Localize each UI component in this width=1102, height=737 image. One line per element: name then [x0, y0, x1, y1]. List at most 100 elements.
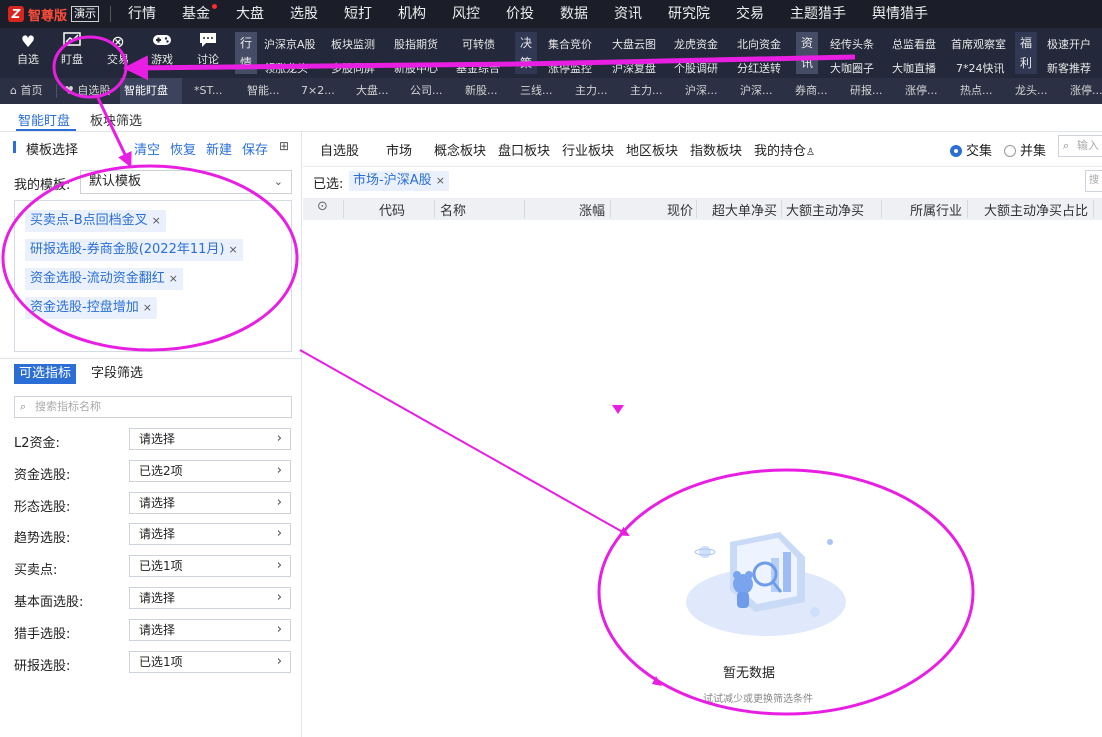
toolbar-link-flash-news[interactable]: 7*24快讯: [956, 60, 1005, 76]
close-icon[interactable]: ×: [228, 243, 237, 256]
toolbar-link-a-shares[interactable]: 沪深京A股: [264, 36, 316, 52]
toolbar-link-leaders[interactable]: 领涨龙头: [264, 60, 308, 76]
tab-company[interactable]: 公司...: [406, 78, 447, 104]
toolbar-link-chief-room[interactable]: 首席观察室: [951, 36, 1006, 52]
filter-select-trend-pick[interactable]: 请选择 ›: [129, 523, 291, 545]
tab-smart-monitor[interactable]: 智能盯盘: [120, 78, 182, 104]
tab-home[interactable]: ⌂ 首页: [6, 78, 46, 104]
market-tab-industry[interactable]: 行业板块: [562, 140, 614, 159]
subtab-smart-monitor[interactable]: 智能盯盘: [18, 110, 70, 129]
filter-select-fundamental[interactable]: 请选择 ›: [129, 587, 291, 609]
tab-leader[interactable]: 龙头...: [1011, 78, 1052, 104]
tab-research-report[interactable]: 研报...: [846, 78, 887, 104]
tab-main-force-1[interactable]: 主力...: [571, 78, 612, 104]
column-header-large-active-net[interactable]: 大额主动净买: [786, 200, 864, 219]
toolbar-monitor-button[interactable]: 盯盘: [50, 32, 94, 74]
menu-item-theme-hunter[interactable]: 主题猎手: [777, 0, 859, 28]
column-header-name[interactable]: 名称: [440, 200, 466, 219]
tab-smart[interactable]: 智能...: [243, 78, 284, 104]
indicator-search-input[interactable]: ⌕ 搜索指标名称: [14, 396, 292, 418]
close-icon[interactable]: ×: [169, 272, 178, 285]
menu-item-research[interactable]: 研究院: [655, 0, 723, 28]
column-header-industry[interactable]: 所属行业: [910, 200, 962, 219]
toolbar-link-ipo-center[interactable]: 新股中心: [394, 60, 438, 76]
toolbar-link-convertible[interactable]: 可转债: [462, 36, 495, 52]
radio-intersection[interactable]: 交集: [950, 140, 992, 159]
toolbar-link-index-futures[interactable]: 股指期货: [394, 36, 438, 52]
toolbar-link-multi-screen[interactable]: 多股同屏: [331, 60, 375, 76]
toolbar-link-call-auction[interactable]: 集合竞价: [548, 36, 592, 52]
menu-item-risk[interactable]: 风控: [439, 0, 493, 28]
toolbar-link-headlines[interactable]: 经传头条: [830, 36, 874, 52]
column-header-super-large-net[interactable]: 超大单净买: [712, 200, 777, 219]
tab-watchlist[interactable]: ♥ 自选股: [60, 78, 114, 104]
tab-limit-up-2[interactable]: 涨停...: [1066, 78, 1102, 104]
tab-main-force-2[interactable]: 主力...: [626, 78, 667, 104]
toolbar-link-northbound[interactable]: 北向资金: [737, 36, 781, 52]
menu-item-institution[interactable]: 机构: [385, 0, 439, 28]
toolbar-link-dragon-tiger[interactable]: 龙虎资金: [674, 36, 718, 52]
settings-icon[interactable]: ⊙: [317, 199, 328, 214]
toolbar-trade-button[interactable]: ⊗ 交易: [96, 32, 140, 74]
toolbar-link-dividends[interactable]: 分红送转: [737, 60, 781, 76]
toolbar-link-open-account[interactable]: 极速开户: [1047, 36, 1091, 52]
market-tab-region[interactable]: 地区板块: [626, 140, 678, 159]
tab-broker[interactable]: 券商...: [791, 78, 832, 104]
radio-union[interactable]: 并集: [1004, 140, 1046, 159]
column-header-change[interactable]: 涨幅: [579, 200, 605, 219]
layout-toggle-icon[interactable]: ⊞: [279, 139, 289, 153]
selected-market-chip[interactable]: 市场-沪深A股 ×: [349, 171, 449, 191]
condition-chip[interactable]: 资金选股-控盘增加 ×: [25, 297, 157, 319]
filter-select-buy-sell[interactable]: 已选1项 ›: [129, 555, 291, 577]
market-tab-concept[interactable]: 概念板块: [434, 140, 486, 159]
restore-button[interactable]: 恢复: [170, 143, 196, 158]
menu-item-stock-pick[interactable]: 选股: [277, 0, 331, 28]
market-tab-holdings[interactable]: 我的持仓♙: [754, 140, 815, 159]
tab-three-lines[interactable]: 三线...: [516, 78, 557, 104]
menu-item-short-trade[interactable]: 短打: [331, 0, 385, 28]
close-icon[interactable]: ×: [436, 174, 445, 187]
toolbar-link-market-cloud[interactable]: 大盘云图: [612, 36, 656, 52]
my-template-select[interactable]: 默认模板 ⌄: [80, 170, 292, 194]
filter-select-pattern-pick[interactable]: 请选择 ›: [129, 492, 291, 514]
column-header-large-active-ratio[interactable]: 大额主动净买占比: [984, 200, 1088, 219]
menu-item-sentiment-hunter[interactable]: 舆情猎手: [859, 0, 941, 28]
tab-7x24[interactable]: 7×2...: [297, 78, 339, 104]
tab-field-filter[interactable]: 字段筛选: [86, 364, 148, 384]
toolbar-chat-button[interactable]: 讨论: [186, 32, 230, 74]
market-tab-watchlist[interactable]: 自选股: [320, 140, 359, 159]
tab-limit-up-1[interactable]: 涨停...: [901, 78, 942, 104]
tab-new-stock[interactable]: 新股...: [461, 78, 502, 104]
toolbar-game-button[interactable]: 游戏: [140, 32, 184, 74]
menu-item-fund[interactable]: 基金: [169, 0, 223, 28]
close-icon[interactable]: ×: [143, 301, 152, 314]
condition-chip[interactable]: 买卖点-B点回档金叉 ×: [25, 210, 166, 232]
toolbar-link-expert-circle[interactable]: 大咖圈子: [830, 60, 874, 76]
filter-select-fund-pick[interactable]: 已选2项 ›: [129, 460, 291, 482]
menu-item-news[interactable]: 资讯: [601, 0, 655, 28]
tab-optional-indicators[interactable]: 可选指标: [14, 364, 77, 384]
close-icon[interactable]: ×: [152, 214, 161, 227]
market-tab-index[interactable]: 指数板块: [690, 140, 742, 159]
column-header-code[interactable]: 代码: [379, 200, 405, 219]
clear-button[interactable]: 清空: [134, 143, 160, 158]
menu-item-quotes[interactable]: 行情: [115, 0, 169, 28]
filter-select-hunter[interactable]: 请选择 ›: [129, 619, 291, 641]
toolbar-watchlist-button[interactable]: ♥ 自选: [6, 32, 50, 74]
menu-item-market[interactable]: 大盘: [223, 0, 277, 28]
toolbar-link-sector-monitor[interactable]: 板块监测: [331, 36, 375, 52]
menu-item-data[interactable]: 数据: [547, 0, 601, 28]
tab-shsz-1[interactable]: 沪深...: [681, 78, 722, 104]
toolbar-link-limit-up-monitor[interactable]: 涨停监控: [548, 60, 592, 76]
menu-item-trade[interactable]: 交易: [723, 0, 777, 28]
filter-search-input[interactable]: 搜: [1085, 170, 1102, 192]
toolbar-link-stock-research[interactable]: 个股调研: [674, 60, 718, 76]
market-tab-market[interactable]: 市场: [386, 140, 412, 159]
toolbar-link-new-customer[interactable]: 新客推荐: [1047, 60, 1091, 76]
filter-select-l2-funds[interactable]: 请选择 ›: [129, 428, 291, 450]
subtab-sector-filter[interactable]: 板块筛选: [90, 110, 142, 129]
filter-select-research[interactable]: 已选1项 ›: [129, 651, 291, 673]
condition-chip[interactable]: 资金选股-流动资金翻红 ×: [25, 268, 183, 290]
save-button[interactable]: 保存: [242, 143, 268, 158]
toolbar-link-market-review[interactable]: 沪深复盘: [612, 60, 656, 76]
